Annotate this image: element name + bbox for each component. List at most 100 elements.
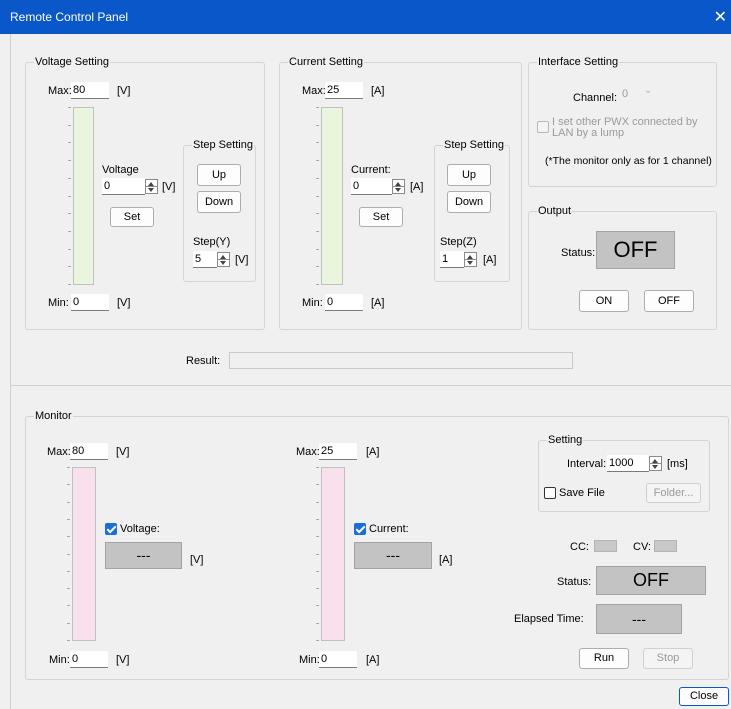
scale-tick	[68, 142, 71, 143]
monitor-current-min-label: Min:	[299, 654, 320, 666]
scale-tick	[316, 284, 319, 285]
channel-select[interactable]: 0 ⌄	[620, 85, 660, 104]
cc-label: CC:	[570, 541, 589, 553]
scale-tick	[316, 623, 319, 624]
scale-tick	[67, 502, 70, 503]
current-value-unit: [A]	[410, 181, 424, 193]
run-button[interactable]: Run	[579, 648, 629, 669]
monitor-voltage-max-label: Max:	[47, 446, 71, 458]
scale-tick	[68, 249, 71, 250]
monitor-current-max-input[interactable]: 25	[319, 443, 357, 460]
scale-tick	[68, 196, 71, 197]
output-on-button[interactable]: ON	[579, 290, 629, 312]
dialog-body: Voltage Setting Max: 80 [V] Voltage 0 [V…	[10, 34, 731, 709]
folder-button[interactable]: Folder...	[646, 483, 701, 503]
elapsed-time-display: ---	[596, 604, 682, 634]
voltage-step-spinner[interactable]	[217, 252, 230, 267]
scale-tick	[67, 536, 70, 537]
scale-tick	[67, 623, 70, 624]
close-window-icon[interactable]: ✕	[714, 7, 727, 27]
current-up-button[interactable]: Up	[447, 164, 491, 186]
lan-lump-label: I set other PWX connected by LAN by a lu…	[552, 116, 698, 139]
section-divider	[11, 385, 731, 386]
current-set-button[interactable]: Set	[359, 207, 403, 227]
output-status-label: Status:	[561, 247, 596, 259]
title-bar: Remote Control Panel ✕	[0, 0, 731, 34]
current-step-spinner[interactable]	[464, 252, 477, 267]
voltage-bar-scale	[68, 107, 72, 285]
scale-tick	[68, 125, 71, 126]
monitor-voltage-reading: ---	[105, 542, 182, 569]
voltage-up-button[interactable]: Up	[197, 164, 241, 186]
monitor-voltage-max-input[interactable]: 80	[70, 443, 108, 460]
current-step-title: Step Setting	[443, 138, 505, 152]
current-max-input[interactable]: 25	[325, 82, 363, 99]
voltage-down-button[interactable]: Down	[197, 191, 241, 213]
monitor-title: Monitor	[34, 409, 73, 423]
voltage-step-title: Step Setting	[192, 138, 254, 152]
current-value-input[interactable]: 0	[351, 178, 392, 195]
output-off-button[interactable]: OFF	[644, 290, 694, 312]
result-field	[229, 352, 573, 369]
current-step-setting-group: Step Setting Up Down Step(Z) 1 [A]	[434, 138, 510, 282]
scale-tick	[68, 231, 71, 232]
monitor-voltage-min-unit: [V]	[116, 654, 130, 666]
current-spinner[interactable]	[392, 179, 405, 194]
scale-tick	[68, 266, 71, 267]
monitor-voltage-unit: [V]	[190, 554, 204, 566]
lan-lump-checkbox[interactable]	[537, 121, 549, 133]
chevron-down-icon: ⌄	[644, 85, 653, 96]
voltage-spinner[interactable]	[145, 179, 158, 194]
stop-button[interactable]: Stop	[643, 648, 693, 669]
monitor-current-checkbox[interactable]	[354, 523, 366, 535]
scale-tick	[316, 160, 319, 161]
cc-indicator	[594, 540, 617, 552]
scale-tick	[316, 554, 319, 555]
interval-spinner[interactable]	[649, 456, 662, 471]
scale-tick	[316, 605, 319, 606]
voltage-max-input[interactable]: 80	[71, 82, 109, 99]
scale-tick	[316, 213, 319, 214]
close-button[interactable]: Close	[679, 687, 729, 706]
scale-tick	[67, 605, 70, 606]
current-min-input[interactable]: 0	[325, 294, 363, 311]
cv-label: CV:	[633, 541, 651, 553]
monitor-current-min-input[interactable]: 0	[319, 651, 357, 668]
current-down-button[interactable]: Down	[447, 191, 491, 213]
voltage-setting-bar	[73, 107, 94, 285]
monitor-status-label: Status:	[557, 576, 592, 588]
voltage-value-input[interactable]: 0	[102, 178, 145, 195]
monitor-voltage-min-input[interactable]: 0	[70, 651, 108, 668]
monitor-voltage-max-unit: [V]	[116, 446, 130, 458]
scale-tick	[316, 588, 319, 589]
monitor-current-scale	[316, 467, 320, 641]
channel-label: Channel:	[573, 92, 618, 104]
scale-tick	[67, 484, 70, 485]
monitor-voltage-checkbox[interactable]	[105, 523, 117, 535]
scale-tick	[316, 536, 319, 537]
interval-input[interactable]: 1000	[607, 455, 649, 472]
scale-tick	[316, 107, 319, 108]
scale-tick	[67, 519, 70, 520]
elapsed-time-label: Elapsed Time:	[514, 613, 584, 625]
current-max-unit: [A]	[371, 85, 385, 97]
current-bar-scale	[316, 107, 320, 285]
current-step-input[interactable]: 1	[440, 251, 464, 268]
scale-tick	[67, 554, 70, 555]
monitor-setting-title: Setting	[547, 433, 584, 447]
save-file-checkbox[interactable]	[544, 487, 556, 499]
scale-tick	[316, 178, 319, 179]
voltage-step-input[interactable]: 5	[193, 251, 217, 268]
scale-tick	[316, 571, 319, 572]
scale-tick	[68, 178, 71, 179]
cv-indicator	[654, 540, 677, 552]
monitor-current-min-unit: [A]	[366, 654, 380, 666]
scale-tick	[68, 213, 71, 214]
voltage-min-input[interactable]: 0	[71, 294, 109, 311]
voltage-set-button[interactable]: Set	[110, 207, 154, 227]
voltage-step-label: Step(Y)	[193, 236, 231, 248]
voltage-step-unit: [V]	[235, 254, 249, 266]
scale-tick	[316, 249, 319, 250]
voltage-max-unit: [V]	[117, 85, 131, 97]
current-min-label: Min:	[302, 297, 323, 309]
